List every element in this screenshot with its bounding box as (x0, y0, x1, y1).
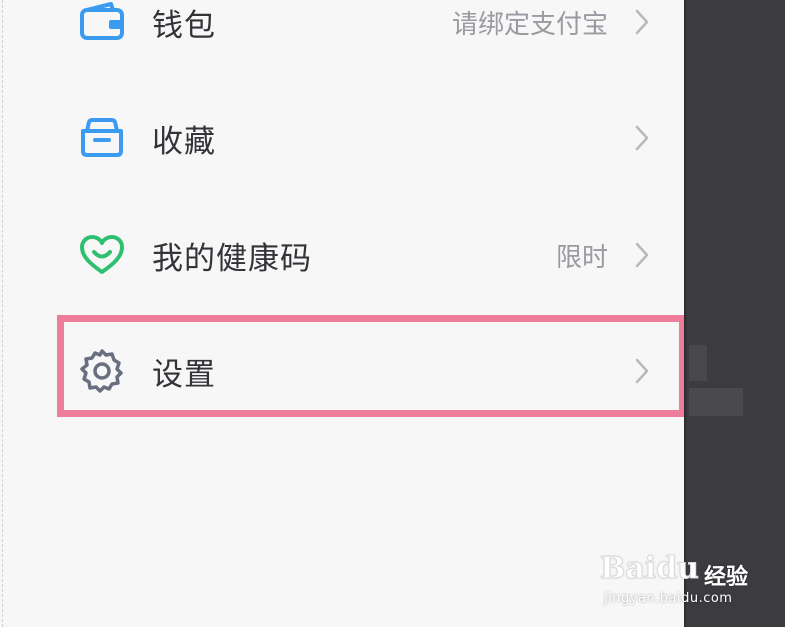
settings-highlight-box (57, 315, 686, 417)
folder-icon (78, 114, 126, 162)
overlay-fragment (689, 345, 707, 381)
overlay-fragment (689, 388, 743, 416)
wallet-icon (78, 0, 126, 46)
menu-item-wallet[interactable]: 钱包 请绑定支付宝 (56, 0, 678, 68)
panel-left-border (2, 0, 3, 627)
screen: 钱包 请绑定支付宝 收藏 我的健康码 限时 设置 Baidu 经验 jingya… (0, 0, 785, 627)
menu-item-hint: 限时 (555, 242, 608, 273)
watermark-brand-cn: 经验 (704, 565, 749, 590)
baidu-jingyan-watermark: Baidu 经验 jingyan.baidu.com (600, 541, 780, 611)
menu-item-label: 钱包 (152, 7, 216, 44)
chevron-right-icon (632, 239, 652, 271)
chevron-right-icon (632, 122, 652, 154)
menu-item-favorites[interactable]: 收藏 (56, 92, 678, 184)
chevron-right-icon (632, 6, 652, 38)
menu-item-label: 我的健康码 (152, 240, 312, 277)
heart-icon (78, 231, 126, 279)
menu-item-label: 收藏 (152, 123, 216, 160)
menu-panel: 钱包 请绑定支付宝 收藏 我的健康码 限时 设置 (0, 0, 686, 627)
menu-item-hint: 请绑定支付宝 (451, 9, 608, 40)
watermark-brand: Baidu (600, 551, 700, 587)
menu-item-health-code[interactable]: 我的健康码 限时 (56, 209, 678, 301)
side-overlay[interactable] (684, 0, 785, 627)
watermark-url: jingyan.baidu.com (604, 591, 733, 606)
